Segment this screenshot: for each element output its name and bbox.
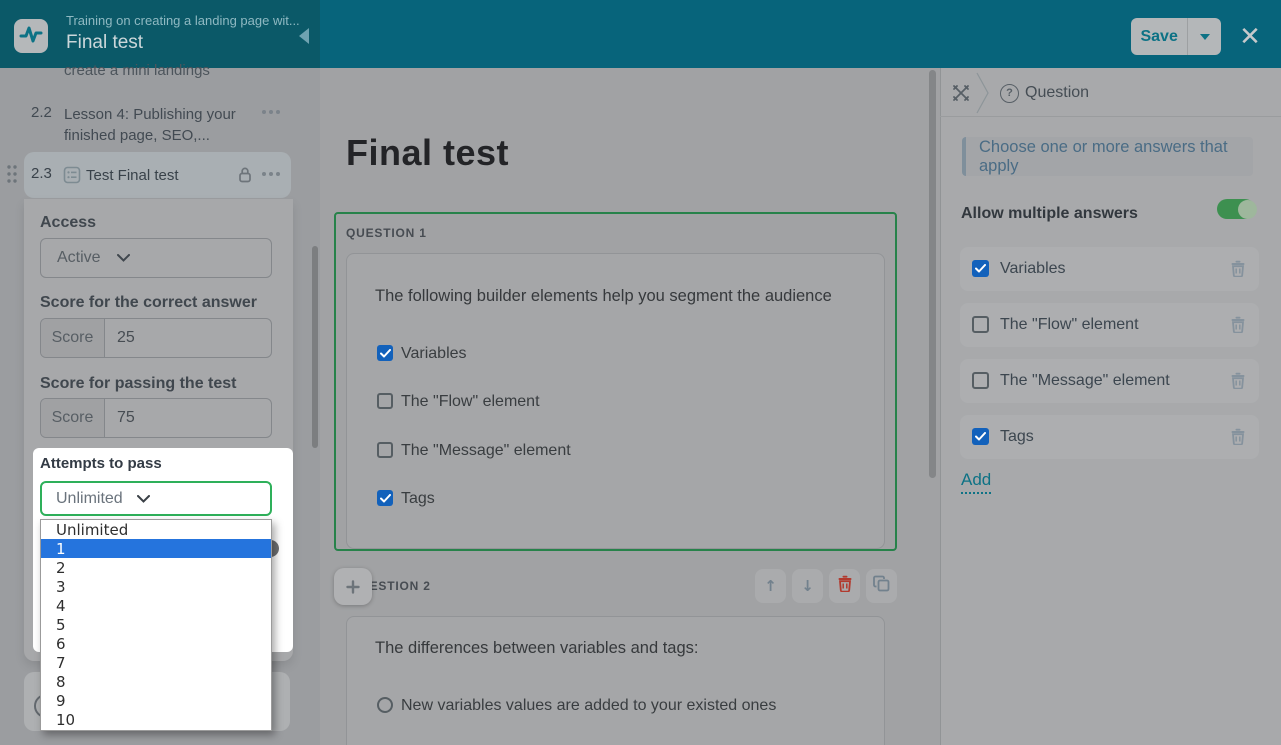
- question-1-label: QUESTION 1: [346, 226, 427, 240]
- add-question-button[interactable]: [334, 568, 372, 605]
- chevron-down-icon: [1200, 34, 1210, 40]
- question-type-icon: ?: [1000, 84, 1019, 103]
- drag-handle-icon[interactable]: [6, 164, 18, 189]
- chevron-down-icon: [137, 495, 150, 503]
- option-label[interactable]: The "Flow" element: [401, 393, 540, 411]
- delete-answer-button[interactable]: [1230, 260, 1246, 282]
- constructor-icon[interactable]: [951, 83, 971, 108]
- answer-label[interactable]: Variables: [1000, 260, 1066, 278]
- question-2-text[interactable]: The differences between variables and ta…: [375, 639, 698, 658]
- checkbox-checked[interactable]: [972, 428, 989, 445]
- score-pass-input[interactable]: 75: [105, 399, 271, 437]
- checkbox-checked[interactable]: [377, 345, 393, 361]
- lock-icon: [237, 166, 253, 188]
- main-scrollbar[interactable]: [929, 70, 936, 478]
- dropdown-option[interactable]: 6: [41, 635, 271, 654]
- arrow-down-icon: ↓: [801, 577, 814, 595]
- option-label[interactable]: Variables: [401, 345, 467, 363]
- question-1-text[interactable]: The following builder elements help you …: [375, 287, 832, 306]
- question-2-card[interactable]: [346, 616, 885, 745]
- close-icon[interactable]: ✕: [1236, 22, 1264, 50]
- option-label[interactable]: Tags: [401, 490, 435, 508]
- chevron-down-icon: [117, 254, 130, 262]
- score-addon: Score: [41, 399, 105, 437]
- lesson-item-clipped[interactable]: create a mini landings: [64, 62, 210, 79]
- save-button-label[interactable]: Save: [1131, 18, 1187, 55]
- move-question-down-button[interactable]: ↓: [792, 569, 823, 603]
- score-correct-label: Score for the correct answer: [40, 294, 257, 312]
- dropdown-option[interactable]: Unlimited: [41, 520, 271, 539]
- lesson-number: 2.3: [31, 165, 52, 182]
- dropdown-option[interactable]: 10: [41, 711, 271, 730]
- score-pass-input-group: Score 75: [40, 398, 272, 438]
- access-select[interactable]: Active: [40, 238, 272, 278]
- save-button[interactable]: Save: [1131, 18, 1221, 55]
- answer-label[interactable]: Tags: [1000, 428, 1034, 446]
- attempts-select[interactable]: Unlimited: [40, 481, 272, 516]
- question-prompt-field[interactable]: Choose one or more answers that apply: [962, 137, 1253, 176]
- attempts-dropdown-list: Unlimited 1 2 3 4 5 6 7 8 9 10: [40, 519, 272, 731]
- access-label: Access: [40, 214, 96, 232]
- score-pass-label: Score for passing the test: [40, 375, 237, 393]
- lesson-number: 2.2: [31, 104, 52, 122]
- breadcrumb-separator: [974, 71, 992, 120]
- move-question-up-button[interactable]: ↑: [755, 569, 786, 603]
- allow-multiple-toggle[interactable]: [1217, 199, 1255, 219]
- dropdown-option-selected[interactable]: 1: [41, 539, 271, 558]
- delete-answer-button[interactable]: [1230, 316, 1246, 338]
- sidebar-item-lesson4[interactable]: Lesson 4: Publishing your finished page,…: [64, 104, 260, 146]
- toggle-knob: [1238, 200, 1257, 219]
- lesson-title: Final test: [66, 32, 143, 54]
- sidebar-scrollbar[interactable]: [312, 246, 318, 448]
- score-correct-input-group: Score 25: [40, 318, 272, 358]
- sidebar-header: [0, 0, 320, 68]
- option-label[interactable]: New variables values are added to your e…: [401, 697, 776, 715]
- attempts-label: Attempts to pass: [40, 455, 162, 472]
- trash-icon: [837, 575, 853, 597]
- sidebar-item-final-test-label[interactable]: Test Final test: [86, 165, 179, 186]
- course-title: Training on creating a landing page wit.…: [66, 13, 300, 28]
- score-addon: Score: [41, 319, 105, 357]
- test-icon: [63, 166, 81, 189]
- page-title: Final test: [346, 132, 509, 174]
- collapse-sidebar-icon[interactable]: [299, 28, 309, 44]
- dropdown-option[interactable]: 4: [41, 596, 271, 615]
- checkbox-checked[interactable]: [377, 490, 393, 506]
- pulse-icon: [18, 21, 44, 52]
- checkbox-checked[interactable]: [972, 260, 989, 277]
- dropdown-option[interactable]: 7: [41, 654, 271, 673]
- dropdown-option[interactable]: 3: [41, 577, 271, 596]
- arrow-up-icon: ↑: [764, 577, 777, 595]
- radio-unchecked[interactable]: [377, 697, 393, 713]
- checkbox-unchecked[interactable]: [972, 372, 989, 389]
- app-logo: [14, 19, 48, 53]
- answer-row: Variables: [960, 247, 1259, 291]
- dropdown-option[interactable]: 8: [41, 673, 271, 692]
- dropdown-option[interactable]: 5: [41, 615, 271, 634]
- option-label[interactable]: The "Message" element: [401, 442, 571, 460]
- answer-row: The "Flow" element: [960, 303, 1259, 347]
- score-correct-input[interactable]: 25: [105, 319, 271, 357]
- answer-label[interactable]: The "Flow" element: [1000, 316, 1139, 334]
- duplicate-question-button[interactable]: [866, 569, 897, 603]
- more-menu-icon[interactable]: [262, 172, 280, 176]
- checkbox-unchecked[interactable]: [377, 393, 393, 409]
- dropdown-option[interactable]: 2: [41, 558, 271, 577]
- add-answer-link[interactable]: Add: [961, 470, 991, 494]
- answer-row: Tags: [960, 415, 1259, 459]
- answer-label[interactable]: The "Message" element: [1000, 372, 1170, 390]
- checkbox-unchecked[interactable]: [972, 316, 989, 333]
- breadcrumb-current: Question: [1025, 84, 1089, 102]
- more-menu-icon[interactable]: [262, 110, 280, 114]
- delete-answer-button[interactable]: [1230, 428, 1246, 450]
- allow-multiple-label: Allow multiple answers: [961, 205, 1138, 223]
- dropdown-option[interactable]: 9: [41, 692, 271, 711]
- quiz-builder-app: Training on creating a landing page wit.…: [0, 0, 1281, 745]
- delete-question-button[interactable]: [829, 569, 860, 603]
- checkbox-unchecked[interactable]: [377, 442, 393, 458]
- copy-icon: [873, 575, 890, 597]
- save-dropdown-button[interactable]: [1187, 18, 1221, 55]
- delete-answer-button[interactable]: [1230, 372, 1246, 394]
- answer-row: The "Message" element: [960, 359, 1259, 403]
